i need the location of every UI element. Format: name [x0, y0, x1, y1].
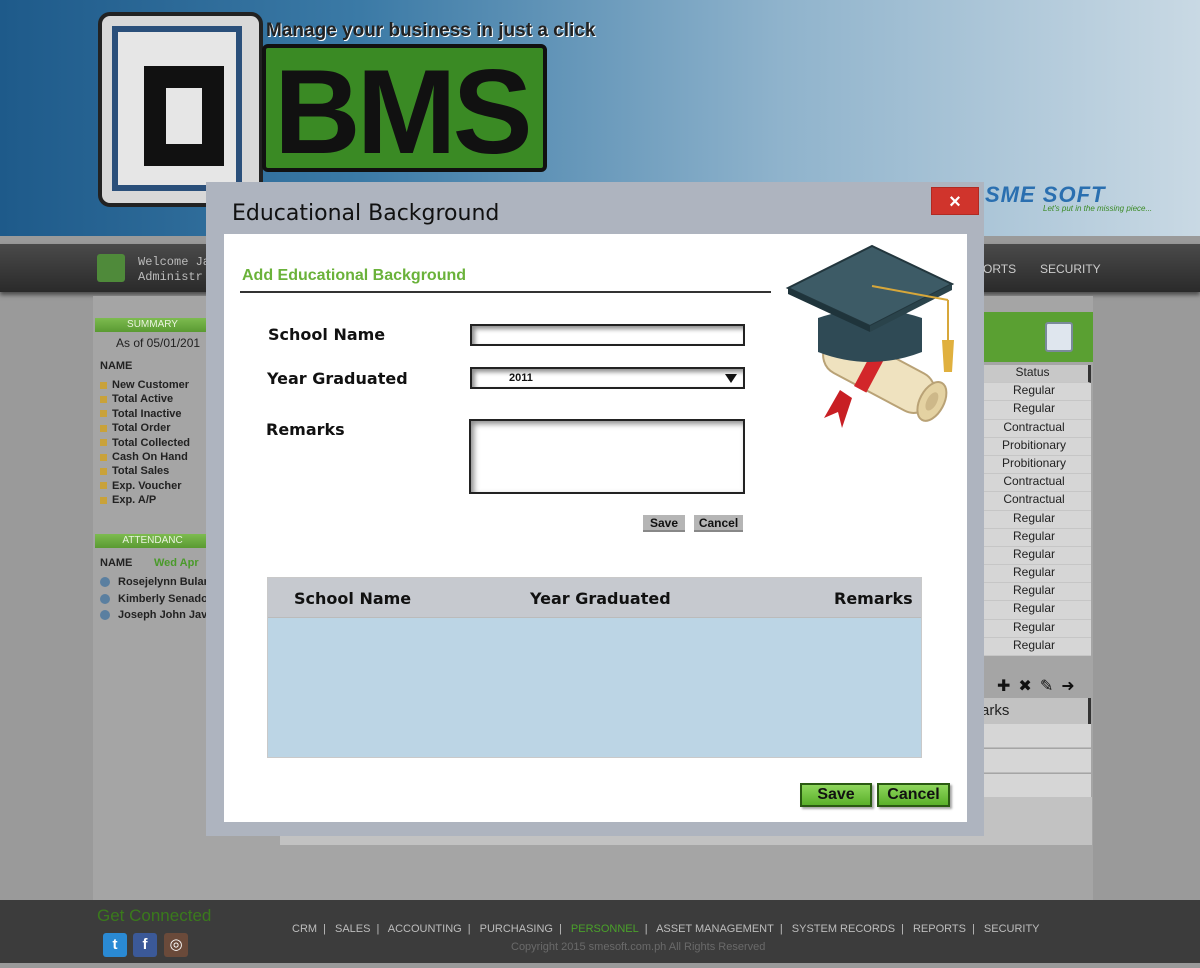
table-row: Regular	[977, 383, 1091, 402]
list-item: Rosejelynn Bular	[100, 574, 210, 591]
summary-title: SUMMARY	[95, 318, 210, 332]
grid-col-year-graduated: Year Graduated	[530, 589, 671, 608]
sme-soft-logo: SME SOFT Let's put in the missing piece.…	[985, 182, 1153, 213]
toolbar-strip	[977, 312, 1093, 362]
save-button[interactable]: Save	[800, 783, 872, 807]
chevron-down-icon	[725, 374, 737, 383]
table-row: Regular	[977, 510, 1091, 529]
list-item: Total Inactive	[100, 407, 190, 421]
instagram-icon[interactable]: ◎	[164, 933, 188, 957]
attendance-list: Rosejelynn Bular Kimberly Senado Joseph …	[100, 574, 210, 624]
facebook-icon[interactable]: f	[133, 933, 157, 957]
table-row	[977, 724, 1091, 748]
grid-col-remarks: Remarks	[834, 589, 913, 608]
printer-icon[interactable]	[1045, 322, 1073, 352]
add-icon[interactable]: ✚	[997, 678, 1018, 695]
footer-link-personnel[interactable]: PERSONNEL	[571, 923, 639, 935]
list-item: Total Active	[100, 392, 190, 406]
modal-title: Educational Background	[232, 201, 500, 226]
table-row: Regular	[977, 546, 1091, 566]
summary-panel: SUMMARY	[95, 318, 210, 332]
list-item: Exp. A/P	[100, 493, 190, 507]
copyright: Copyright 2015 smesoft.com.ph All Rights…	[511, 941, 766, 953]
attendance-panel: ATTENDANC	[95, 534, 210, 548]
remarks-header: arks	[977, 698, 1091, 724]
status-table: Status Regular Regular Contractual Probi…	[977, 365, 1091, 656]
school-name-label: School Name	[268, 325, 386, 344]
year-graduated-label: Year Graduated	[267, 369, 408, 388]
footer-link-asset-management[interactable]: ASSET MANAGEMENT	[656, 923, 774, 935]
section-title: Add Educational Background	[242, 267, 467, 284]
attendance-title: ATTENDANC	[95, 534, 210, 548]
graduation-cap-icon	[780, 240, 960, 440]
grid-header: School Name Year Graduated Remarks	[268, 578, 921, 618]
year-graduated-select[interactable]: 2011	[470, 367, 745, 389]
close-button[interactable]: ×	[931, 187, 979, 215]
nav-reports[interactable]: ORTS	[983, 262, 1016, 276]
delete-icon[interactable]: ✖	[1018, 678, 1039, 695]
e-logo	[98, 12, 263, 207]
add-row-cancel-button[interactable]: Cancel	[694, 515, 743, 532]
section-divider	[240, 291, 771, 293]
table-row: Contractual	[977, 474, 1091, 493]
twitter-icon[interactable]: t	[103, 933, 127, 957]
next-icon[interactable]: ➜	[1061, 678, 1082, 695]
nav-security[interactable]: SECURITY	[1040, 262, 1101, 276]
bms-logo: BMS	[262, 44, 547, 172]
table-row: Regular	[977, 583, 1091, 602]
summary-date: As of 05/01/201	[116, 336, 201, 350]
footer-link-accounting[interactable]: ACCOUNTING	[388, 923, 462, 935]
list-item: Total Collected	[100, 436, 190, 450]
table-row: Regular	[977, 401, 1091, 420]
status-header: Status	[977, 365, 1091, 384]
list-item: Joseph John Javi	[100, 607, 210, 624]
table-row: Probitionary	[977, 455, 1091, 475]
footer-link-security[interactable]: SECURITY	[984, 923, 1040, 935]
footer-edge	[0, 963, 1200, 968]
table-row: Contractual	[977, 492, 1091, 511]
table-row: Regular	[977, 619, 1091, 638]
remarks-textarea[interactable]	[469, 419, 745, 494]
footer-link-sales[interactable]: SALES	[335, 923, 370, 935]
table-row: Regular	[977, 637, 1091, 656]
education-grid: School Name Year Graduated Remarks	[267, 577, 922, 758]
footer-nav: CRM | SALES | ACCOUNTING | PURCHASING | PERS…	[292, 923, 1040, 935]
list-item: Exp. Voucher	[100, 479, 190, 493]
year-selected-value: 2011	[509, 372, 533, 384]
footer-link-crm[interactable]: CRM	[292, 923, 317, 935]
table-row: Regular	[977, 601, 1091, 620]
footer-link-purchasing[interactable]: PURCHASING	[480, 923, 553, 935]
summary-list: New Customer Total Active Total Inactive…	[100, 378, 190, 508]
list-item: Cash On Hand	[100, 450, 190, 464]
list-item: Total Sales	[100, 464, 190, 478]
attendance-date: Wed Apr	[154, 557, 199, 569]
grid-col-school-name: School Name	[294, 589, 412, 608]
list-item: Total Order	[100, 421, 190, 435]
cancel-button[interactable]: Cancel	[877, 783, 950, 807]
tagline: Manage your business in just a click	[266, 20, 596, 41]
edit-icon[interactable]: ✎	[1040, 678, 1061, 695]
get-connected: Get Connected	[97, 906, 212, 925]
summary-name-header: NAME	[100, 360, 133, 372]
list-item: Kimberly Senado	[100, 591, 210, 608]
list-item: New Customer	[100, 378, 190, 392]
table-row: Contractual	[977, 419, 1091, 438]
table-row: Regular	[977, 565, 1091, 584]
add-row-save-button[interactable]: Save	[643, 515, 685, 532]
table-row: Regular	[977, 528, 1091, 547]
welcome-text: Welcome Ja Administr	[138, 255, 211, 284]
school-name-input[interactable]	[470, 324, 745, 346]
table-row: Probitionary	[977, 437, 1091, 456]
footer-link-system-records[interactable]: SYSTEM RECORDS	[792, 923, 895, 935]
attendance-name-header: NAME	[100, 557, 133, 569]
table-row	[977, 774, 1091, 798]
record-toolbar: ✚✖✎➜	[997, 676, 1083, 696]
footer-link-reports[interactable]: REPORTS	[913, 923, 966, 935]
table-row	[977, 749, 1091, 773]
user-avatar-icon	[97, 254, 125, 282]
remarks-label: Remarks	[266, 420, 345, 439]
